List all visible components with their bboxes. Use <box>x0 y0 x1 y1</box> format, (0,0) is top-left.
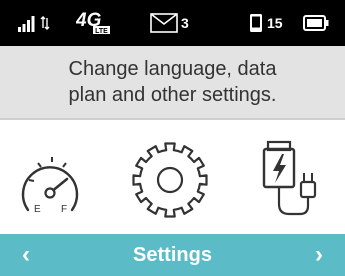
gauge-full-label: F <box>61 204 67 215</box>
network-type-icon: 4G LTE <box>76 0 116 46</box>
gauge-icon[interactable]: E F <box>16 138 80 223</box>
battery-charger-icon[interactable] <box>262 138 328 227</box>
previous-arrow-button[interactable]: ‹ <box>6 234 46 276</box>
network-sublabel: LTE <box>95 28 108 35</box>
info-banner: Change language, data plan and other set… <box>0 46 345 120</box>
messages-count: 3 <box>181 15 189 31</box>
bottom-nav-bar: Settings ‹ › <box>0 234 345 276</box>
gear-icon[interactable] <box>132 142 208 223</box>
banner-line-1: Change language, data <box>68 58 277 80</box>
banner-line-2: plan and other settings. <box>68 84 277 106</box>
next-arrow-button[interactable]: › <box>299 234 339 276</box>
gauge-empty-label: E <box>34 204 41 215</box>
battery-icon <box>303 0 329 46</box>
menu-carousel: E F <box>0 122 345 234</box>
nav-title: Settings <box>133 243 212 266</box>
up-down-arrows-icon <box>40 0 50 46</box>
signal-bars-icon <box>18 0 38 46</box>
connected-device-icon <box>249 0 263 46</box>
envelope-icon <box>150 0 178 46</box>
status-bar: 4G LTE 3 15 <box>0 0 345 46</box>
devices-count: 15 <box>267 15 283 31</box>
